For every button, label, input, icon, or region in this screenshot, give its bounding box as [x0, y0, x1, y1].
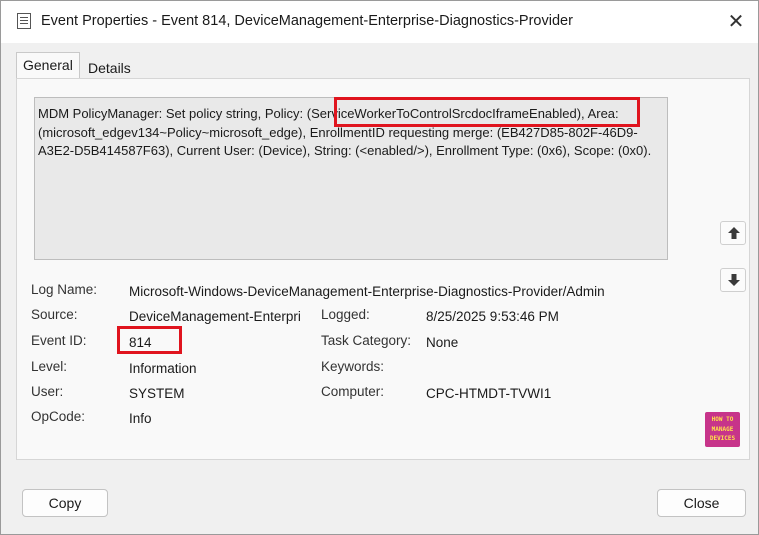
- keywords-label: Keywords:: [321, 359, 385, 374]
- close-button[interactable]: Close: [657, 489, 746, 517]
- arrow-down-icon: [728, 274, 740, 286]
- window-title: Event Properties - Event 814, DeviceMana…: [41, 13, 573, 29]
- how-to-manage-devices-logo: HOW TO MANAGE DEVICES: [705, 412, 740, 447]
- policy-highlight-box: [334, 97, 640, 127]
- next-event-button[interactable]: [720, 268, 746, 292]
- task-category-value[interactable]: None: [426, 335, 458, 350]
- arrow-up-icon: [728, 227, 740, 239]
- close-window-button[interactable]: ✕: [722, 9, 750, 35]
- log-name-label: Log Name:: [31, 282, 98, 297]
- logo-text-line1: HOW TO: [711, 416, 734, 423]
- task-category-label: Task Category:: [321, 333, 412, 348]
- opcode-label: OpCode:: [31, 409, 86, 424]
- user-label: User:: [31, 384, 64, 399]
- logo-text-line2: MANAGE: [711, 426, 734, 433]
- logo-text-line3: DEVICES: [709, 435, 736, 442]
- computer-label: Computer:: [321, 384, 385, 399]
- source-value[interactable]: DeviceManagement-Enterpri: [129, 309, 301, 324]
- event-properties-window: Event Properties - Event 814, DeviceMana…: [0, 0, 759, 535]
- event-id-label: Event ID:: [31, 333, 87, 348]
- opcode-value[interactable]: Info: [129, 411, 152, 426]
- previous-event-button[interactable]: [720, 221, 746, 245]
- user-value[interactable]: SYSTEM: [129, 386, 185, 401]
- event-viewer-icon: [17, 13, 31, 29]
- title-bar[interactable]: Event Properties - Event 814, DeviceMana…: [1, 1, 758, 43]
- event-id-highlight-box: [117, 326, 182, 354]
- logged-value[interactable]: 8/25/2025 9:53:46 PM: [426, 309, 559, 324]
- computer-value[interactable]: CPC-HTMDT-TVWI1: [426, 386, 551, 401]
- level-value[interactable]: Information: [129, 361, 197, 376]
- log-name-value[interactable]: Microsoft-Windows-DeviceManagement-Enter…: [129, 284, 605, 299]
- logged-label: Logged:: [321, 307, 370, 322]
- level-label: Level:: [31, 359, 68, 374]
- copy-button[interactable]: Copy: [22, 489, 108, 517]
- source-label: Source:: [31, 307, 78, 322]
